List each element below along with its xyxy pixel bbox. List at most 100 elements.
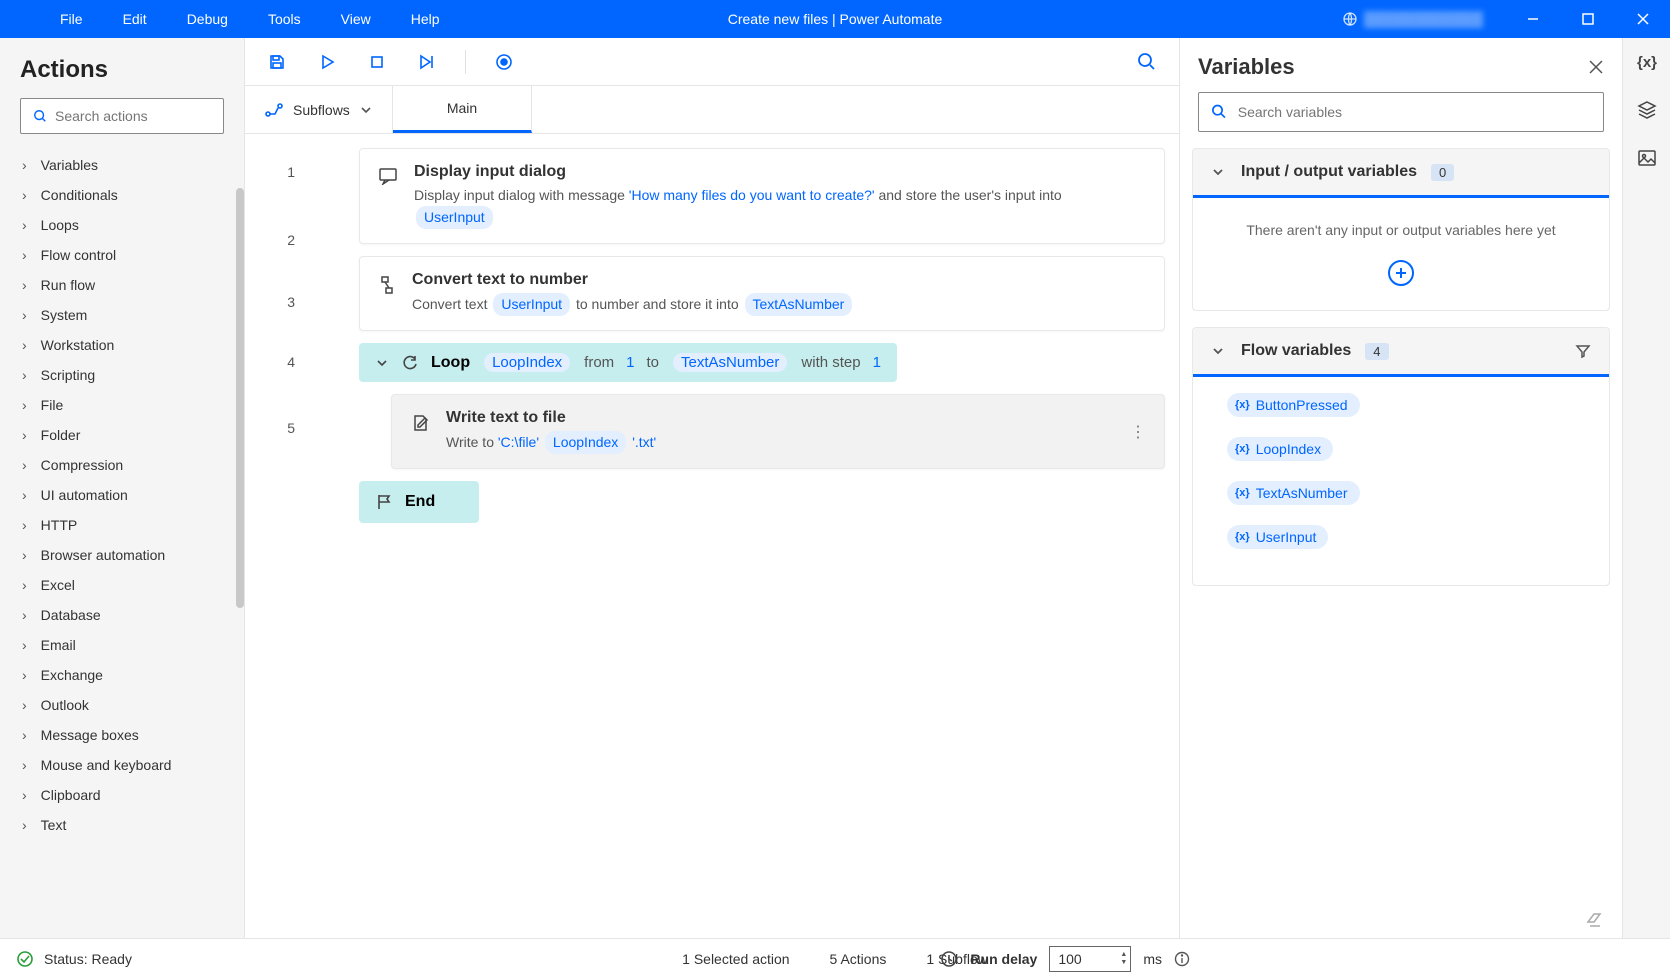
action-category[interactable]: ›File	[0, 390, 244, 420]
menu-edit[interactable]: Edit	[103, 0, 167, 38]
chevron-right-icon: ›	[22, 817, 27, 833]
layers-tool-button[interactable]	[1623, 86, 1670, 134]
io-variables-header[interactable]: Input / output variables 0	[1193, 149, 1609, 198]
chevron-right-icon: ›	[22, 367, 27, 383]
search-flow-button[interactable]	[1135, 50, 1159, 74]
close-pane-button[interactable]	[1588, 59, 1604, 75]
save-button[interactable]	[265, 50, 289, 74]
run-button[interactable]	[315, 50, 339, 74]
record-button[interactable]	[492, 50, 516, 74]
chevron-right-icon: ›	[22, 217, 27, 233]
variable-item[interactable]: {x}TextAsNumber	[1227, 481, 1575, 505]
action-display-input-dialog[interactable]: Display input dialog Display input dialo…	[359, 148, 1165, 244]
chevron-right-icon: ›	[22, 667, 27, 683]
add-variable-button[interactable]	[1388, 260, 1414, 286]
empty-message: There aren't any input or output variabl…	[1211, 222, 1591, 238]
delay-unit: ms	[1143, 951, 1162, 967]
action-category[interactable]: ›Text	[0, 810, 244, 840]
action-category[interactable]: ›Conditionals	[0, 180, 244, 210]
action-category[interactable]: ›Clipboard	[0, 780, 244, 810]
close-button[interactable]	[1615, 0, 1670, 38]
info-icon[interactable]	[1174, 951, 1190, 967]
clear-button[interactable]	[1180, 908, 1622, 938]
chevron-right-icon: ›	[22, 787, 27, 803]
action-category[interactable]: ›Variables	[0, 150, 244, 180]
chevron-right-icon: ›	[22, 427, 27, 443]
tabs-row: Subflows Main	[245, 86, 1179, 134]
action-description: Write to 'C:\file' LoopIndex '.txt'	[446, 431, 656, 454]
chevron-right-icon: ›	[22, 607, 27, 623]
status-text: Status: Ready	[44, 951, 132, 967]
chevron-right-icon: ›	[22, 697, 27, 713]
menu-view[interactable]: View	[321, 0, 391, 38]
action-loop[interactable]: Loop LoopIndex from 1 to TextAsNumber wi…	[359, 343, 897, 382]
action-category[interactable]: ›HTTP	[0, 510, 244, 540]
subflow-icon	[265, 102, 283, 118]
action-category[interactable]: ›Compression	[0, 450, 244, 480]
flow-canvas[interactable]: 1 2 3 4 5 Display input dialog Display i…	[245, 134, 1179, 938]
action-category[interactable]: ›Outlook	[0, 690, 244, 720]
clock-icon	[940, 950, 958, 968]
action-categories-list[interactable]: ›Variables ›Conditionals ›Loops ›Flow co…	[0, 150, 244, 938]
maximize-button[interactable]	[1560, 0, 1615, 38]
action-category[interactable]: ›Flow control	[0, 240, 244, 270]
right-tool-strip: {x}	[1622, 38, 1670, 938]
line-number: 3	[245, 280, 345, 332]
run-next-button[interactable]	[415, 50, 439, 74]
action-category[interactable]: ›Scripting	[0, 360, 244, 390]
search-variables-input[interactable]	[1198, 92, 1604, 132]
variable-item[interactable]: {x}UserInput	[1227, 525, 1575, 549]
actions-count: 5 Actions	[830, 951, 887, 967]
actions-pane: Actions ›Variables ›Conditionals ›Loops …	[0, 38, 245, 938]
variable-item[interactable]: {x}ButtonPressed	[1227, 393, 1575, 417]
chevron-right-icon: ›	[22, 577, 27, 593]
action-category[interactable]: ›System	[0, 300, 244, 330]
images-tool-button[interactable]	[1623, 134, 1670, 182]
action-write-text-to-file[interactable]: Write text to file Write to 'C:\file' Lo…	[391, 394, 1165, 469]
action-category[interactable]: ›Folder	[0, 420, 244, 450]
action-convert-text-to-number[interactable]: Convert text to number Convert text User…	[359, 256, 1165, 331]
action-category[interactable]: ›Mouse and keyboard	[0, 750, 244, 780]
action-category[interactable]: ›UI automation	[0, 480, 244, 510]
flow-variables-header[interactable]: Flow variables 4	[1193, 328, 1609, 377]
stop-button[interactable]	[365, 50, 389, 74]
chevron-right-icon: ›	[22, 487, 27, 503]
action-title: Display input dialog	[414, 163, 1146, 181]
filter-button[interactable]	[1575, 343, 1591, 359]
chevron-right-icon: ›	[22, 517, 27, 533]
chevron-down-icon	[1211, 165, 1225, 179]
action-category[interactable]: ›Exchange	[0, 660, 244, 690]
menu-help[interactable]: Help	[391, 0, 460, 38]
chevron-right-icon: ›	[22, 397, 27, 413]
variable-item[interactable]: {x}LoopIndex	[1227, 437, 1575, 461]
action-category[interactable]: ›Excel	[0, 570, 244, 600]
chevron-down-icon	[360, 104, 372, 116]
subflows-dropdown[interactable]: Subflows	[245, 86, 393, 133]
menu-file[interactable]: File	[40, 0, 103, 38]
action-category[interactable]: ›Browser automation	[0, 540, 244, 570]
action-category[interactable]: ›Database	[0, 600, 244, 630]
spinner-buttons[interactable]: ▲▼	[1120, 951, 1127, 967]
menu-debug[interactable]: Debug	[167, 0, 248, 38]
flow-variables-section: Flow variables 4 {x}ButtonPressed {x}Loo…	[1192, 327, 1610, 586]
action-category[interactable]: ›Message boxes	[0, 720, 244, 750]
minimize-button[interactable]	[1505, 0, 1560, 38]
tab-main[interactable]: Main	[393, 86, 532, 133]
action-category[interactable]: ›Loops	[0, 210, 244, 240]
action-category[interactable]: ›Workstation	[0, 330, 244, 360]
action-category[interactable]: ›Email	[0, 630, 244, 660]
toolbar	[245, 38, 1179, 86]
chevron-right-icon: ›	[22, 547, 27, 563]
action-end[interactable]: End	[359, 481, 479, 523]
search-actions-input[interactable]	[20, 98, 224, 134]
scrollbar[interactable]	[236, 188, 244, 608]
more-options-button[interactable]: ⋮	[1130, 422, 1146, 442]
environment-badge[interactable]: ████████████	[1330, 11, 1495, 27]
designer-area: Subflows Main 1 2 3 4 5 Display input di…	[245, 38, 1180, 938]
run-delay-input[interactable]: 100 ▲▼	[1049, 946, 1131, 972]
variables-tool-button[interactable]: {x}	[1623, 38, 1670, 86]
action-category[interactable]: ›Run flow	[0, 270, 244, 300]
search-icon	[33, 108, 47, 124]
chevron-right-icon: ›	[22, 277, 27, 293]
menu-tools[interactable]: Tools	[248, 0, 321, 38]
